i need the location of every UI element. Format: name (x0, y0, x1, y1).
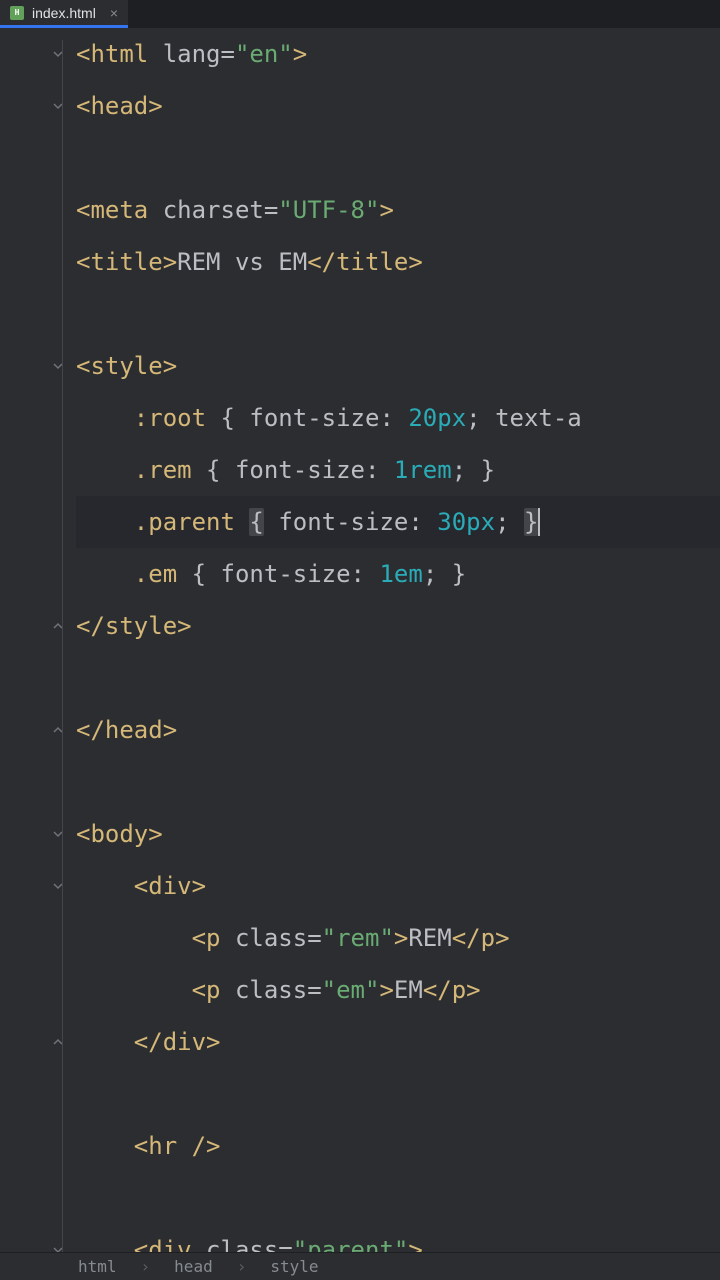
code-line[interactable]: </div> (76, 1016, 720, 1068)
fold-toggle-icon[interactable] (50, 618, 66, 634)
code-line[interactable] (76, 132, 720, 184)
fold-toggle-icon[interactable] (50, 1242, 66, 1252)
close-icon[interactable]: × (110, 5, 118, 21)
chevron-right-icon: › (141, 1257, 151, 1276)
code-line[interactable] (76, 1068, 720, 1120)
tab-bar: H index.html × (0, 0, 720, 28)
html-file-icon: H (10, 6, 24, 20)
code-line[interactable]: <meta charset="UTF-8"> (76, 184, 720, 236)
code-line[interactable] (76, 1172, 720, 1224)
fold-toggle-icon[interactable] (50, 46, 66, 62)
tab-filename: index.html (32, 5, 96, 21)
code-line[interactable]: <head> (76, 80, 720, 132)
code-line[interactable]: <body> (76, 808, 720, 860)
code-content[interactable]: <html lang="en"><head> <meta charset="UTF… (76, 28, 720, 1252)
fold-toggle-icon[interactable] (50, 722, 66, 738)
code-line[interactable] (76, 288, 720, 340)
code-line[interactable]: <p class="em">EM</p> (76, 964, 720, 1016)
code-editor[interactable]: <html lang="en"><head> <meta charset="UTF… (0, 28, 720, 1252)
code-line[interactable]: <div> (76, 860, 720, 912)
code-line[interactable]: .em { font-size: 1em; } (76, 548, 720, 600)
code-line[interactable] (76, 652, 720, 704)
chevron-right-icon: › (237, 1257, 247, 1276)
fold-toggle-icon[interactable] (50, 98, 66, 114)
code-line[interactable]: </style> (76, 600, 720, 652)
code-line[interactable]: <hr /> (76, 1120, 720, 1172)
code-line[interactable]: <title>REM vs EM</title> (76, 236, 720, 288)
fold-toggle-icon[interactable] (50, 1034, 66, 1050)
breadcrumb-bar: html › head › style (0, 1252, 720, 1280)
code-line[interactable]: </head> (76, 704, 720, 756)
breadcrumb-item[interactable]: style (270, 1257, 318, 1276)
code-line[interactable] (76, 756, 720, 808)
code-line[interactable]: <html lang="en"> (76, 28, 720, 80)
fold-toggle-icon[interactable] (50, 826, 66, 842)
breadcrumb-item[interactable]: head (174, 1257, 213, 1276)
code-line[interactable]: <div class="parent"> (76, 1224, 720, 1252)
code-line[interactable]: :root { font-size: 20px; text-a (76, 392, 720, 444)
gutter (0, 28, 76, 1252)
code-line[interactable]: <style> (76, 340, 720, 392)
code-line[interactable]: <p class="rem">REM</p> (76, 912, 720, 964)
breadcrumb-item[interactable]: html (78, 1257, 117, 1276)
code-line[interactable]: .parent { font-size: 30px; } (76, 496, 720, 548)
code-line[interactable]: .rem { font-size: 1rem; } (76, 444, 720, 496)
file-tab[interactable]: H index.html × (0, 0, 128, 28)
fold-toggle-icon[interactable] (50, 358, 66, 374)
fold-toggle-icon[interactable] (50, 878, 66, 894)
